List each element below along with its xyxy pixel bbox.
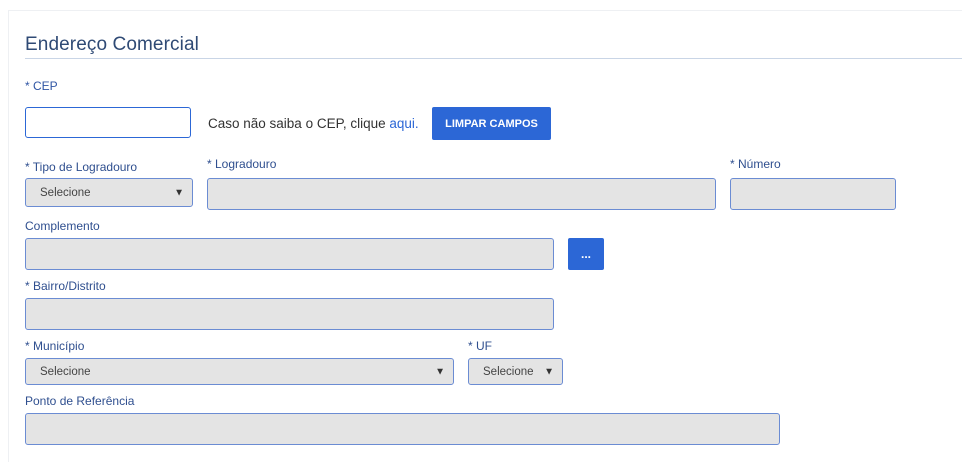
reference-point-input[interactable]	[25, 413, 780, 445]
street-type-label: * Tipo de Logradouro	[25, 160, 138, 174]
chevron-down-icon: ▼	[174, 187, 184, 198]
street-type-select[interactable]: Selecione ▼	[25, 178, 193, 207]
street-input[interactable]	[207, 178, 716, 210]
cep-lookup-link[interactable]: aqui.	[389, 116, 418, 131]
city-selected: Selecione	[40, 365, 91, 378]
street-label: * Logradouro	[207, 157, 277, 171]
district-input[interactable]	[25, 298, 554, 330]
address-form-card	[8, 10, 962, 462]
cep-input[interactable]	[25, 107, 191, 138]
cep-hint-text: Caso não saiba o CEP, clique	[208, 116, 390, 131]
number-input[interactable]	[730, 178, 896, 210]
cep-label: * CEP	[25, 79, 58, 93]
street-type-selected: Selecione	[40, 186, 91, 199]
state-select[interactable]: Selecione ▼	[468, 358, 563, 385]
more-options-button[interactable]: ...	[568, 238, 604, 270]
state-label: * UF	[468, 339, 492, 353]
chevron-down-icon: ▼	[544, 366, 554, 377]
complement-label: Complemento	[25, 219, 100, 233]
reference-point-label: Ponto de Referência	[25, 394, 135, 408]
cep-hint: Caso não saiba o CEP, clique aqui.	[208, 116, 419, 131]
clear-fields-button[interactable]: LIMPAR CAMPOS	[432, 107, 551, 140]
complement-input[interactable]	[25, 238, 554, 270]
district-label: * Bairro/Distrito	[25, 279, 106, 293]
state-selected: Selecione	[483, 365, 534, 378]
section-title: Endereço Comercial	[25, 34, 199, 55]
city-label: * Município	[25, 339, 85, 353]
section-divider	[25, 58, 962, 59]
city-select[interactable]: Selecione ▼	[25, 358, 454, 385]
number-label: * Número	[730, 157, 781, 171]
chevron-down-icon: ▼	[435, 366, 445, 377]
